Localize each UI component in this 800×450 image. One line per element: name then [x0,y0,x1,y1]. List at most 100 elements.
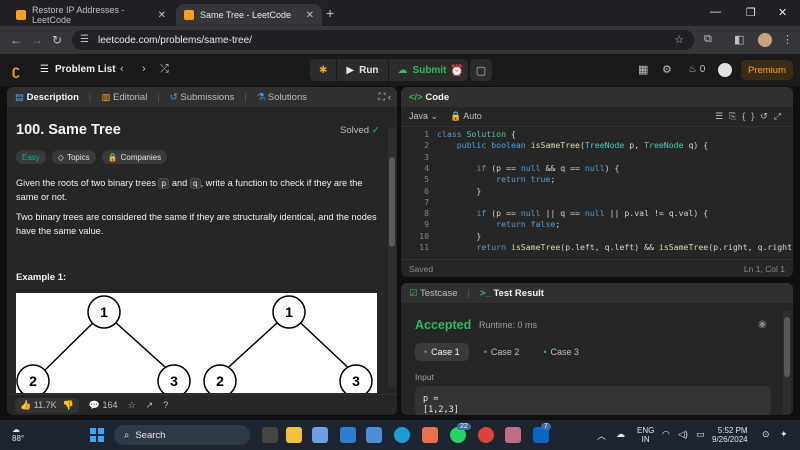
copilot-icon[interactable]: ✦ [780,429,788,440]
mail-icon[interactable] [340,427,356,443]
topics-tag[interactable]: ◇ Topics [51,150,96,164]
taskbar-search[interactable]: ⌕ Search [114,425,250,445]
case-2-tab[interactable]: • Case 2 [475,343,529,361]
url-text: leetcode.com/problems/same-tree/ [98,34,252,46]
tab-editorial[interactable]: ▥ Editorial [101,92,147,103]
maximize-icon[interactable]: ❐ [746,6,756,19]
onedrive-icon[interactable]: ☁ [616,429,625,440]
windows-start-icon[interactable] [90,428,104,442]
problem-list-nav[interactable]: ☰ Problem List [40,64,116,75]
clock-date: 9/26/2024 [712,435,748,444]
eye-icon[interactable]: ◉ [758,319,767,330]
result-scrollbar[interactable] [783,311,791,415]
like-button[interactable]: 👍 11.7K [20,400,57,411]
run-submit-group: ✱ ▶ Run ☁ Submit [310,59,456,81]
editor-status-bar: Saved Ln 1, Col 1 [401,259,793,277]
thumbs-up-icon: 👍 [20,399,32,410]
volume-icon[interactable]: ◁) [678,429,688,440]
notification-icon[interactable]: ⊙ [762,429,770,440]
settings-gear-icon[interactable]: ⚙ [662,63,672,76]
companies-tag[interactable]: 🔒 Companies [101,150,168,164]
debug-button[interactable]: ✱ [310,59,337,81]
close-tab-icon[interactable]: ✕ [306,10,314,21]
sidebar-icon[interactable]: ◧ [734,33,744,46]
input-value: [1,2,3] [423,405,459,415]
timer-button[interactable]: ⏰ [446,59,468,81]
case-1-tab[interactable]: • Case 1 [415,343,469,361]
notes-button[interactable]: ▢ [470,59,492,81]
store-icon[interactable] [312,427,328,443]
wifi-icon[interactable]: ◠ [662,429,670,440]
streak-count: 0 [699,64,706,75]
menu-dots-icon[interactable]: ⋮ [782,33,793,46]
tab-description[interactable]: ▤ Description [15,92,79,103]
lock-icon: 🔒 [107,152,118,162]
solved-status: Solved ✓ [340,125,380,136]
bookmark-star-icon[interactable]: ☆ [674,33,684,46]
expand-icon[interactable]: ⛶ ‹ [379,92,391,103]
close-window-icon[interactable]: ✕ [778,6,787,19]
autocomplete-mode[interactable]: 🔒 Auto [450,111,482,122]
editor-actions[interactable]: ☰⎘{}↺⤢ [715,111,787,122]
language-indicator[interactable]: ENG IN [637,426,654,444]
tab-submissions[interactable]: ↺ Submissions [170,92,234,103]
file-explorer-icon[interactable] [286,427,302,443]
close-tab-icon[interactable]: ✕ [158,10,166,21]
url-field[interactable]: ☰ leetcode.com/problems/same-tree/ ☆ [72,30,694,50]
snipping-tool-icon[interactable] [505,427,521,443]
task-view-icon[interactable] [262,427,278,443]
battery-icon[interactable]: ▭ [696,429,705,440]
tree-node: 1 [285,304,293,320]
chrome-icon[interactable] [478,427,494,443]
tab-test-result[interactable]: >_ Test Result [480,288,544,299]
document-icon: ▤ [15,91,24,103]
calendar-icon[interactable] [366,427,382,443]
tab-restore-ip[interactable]: Restore IP Addresses - LeetCode ✕ [8,4,174,26]
tab-testcase[interactable]: ☑ Testcase [409,288,458,299]
description-paragraph-1: Given the roots of two binary trees p an… [16,177,382,204]
reload-icon[interactable]: ↻ [52,33,62,47]
profile-avatar[interactable] [758,33,772,47]
user-avatar[interactable] [718,63,732,77]
tray-chevron-icon[interactable]: ︿ [597,429,606,442]
code-tab[interactable]: </> Code [409,92,449,103]
favorite-star-icon[interactable]: ☆ [128,400,136,411]
line-number: 2 [424,140,429,151]
test-result-panel: ☑ Testcase | >_ Test Result Accepted Run… [401,283,793,415]
site-info-icon[interactable]: ☰ [80,34,89,45]
prev-problem-icon[interactable]: ‹ [120,63,124,75]
layout-grid-icon[interactable]: ▦ [638,63,648,76]
system-clock[interactable]: 5:52 PM 9/26/2024 [712,426,748,444]
bug-icon: ✱ [319,64,328,76]
leetcode-logo-icon[interactable]: ʗ [12,62,28,78]
comments-button[interactable]: 💬 164 [89,400,118,411]
tab-divider: | [244,91,247,103]
description-paragraph-2: Two binary trees are considered the same… [16,212,377,236]
share-icon[interactable]: ↗ [146,400,154,411]
weather-widget[interactable]: ☁ 88° [12,425,24,443]
back-icon[interactable]: ← [10,33,22,47]
streak-counter[interactable]: ♨ 0 [688,64,705,75]
new-tab-icon[interactable]: + [326,5,334,21]
difficulty-badge[interactable]: Easy [16,150,46,164]
run-button[interactable]: ▶ Run [336,59,388,81]
office-icon[interactable] [422,427,438,443]
premium-button[interactable]: Premium [741,60,793,80]
pass-dot-icon: • [483,347,487,357]
pass-dot-icon: • [424,347,428,357]
extensions-icon[interactable]: ⧉ [704,33,712,46]
case-3-tab[interactable]: • Case 3 [534,343,588,361]
next-problem-icon[interactable]: › [142,63,146,75]
language-select[interactable]: Java ⌄ [409,111,438,122]
code-editor[interactable]: 1 class Solution {2 public boolean isSame… [401,129,793,254]
shuffle-icon[interactable]: ⤮ [160,63,169,76]
forward-icon[interactable]: → [31,33,43,47]
tab-same-tree[interactable]: Same Tree - LeetCode ✕ [176,4,322,26]
minimize-icon[interactable]: — [710,6,721,18]
dislike-button[interactable]: 👎 [63,400,74,411]
edge-icon[interactable] [394,427,410,443]
help-icon[interactable]: ? [163,400,168,410]
tab-title: Restore IP Addresses - LeetCode [32,5,125,25]
tab-solutions[interactable]: ⚗ Solutions [257,92,307,103]
description-scrollbar[interactable] [388,127,396,387]
